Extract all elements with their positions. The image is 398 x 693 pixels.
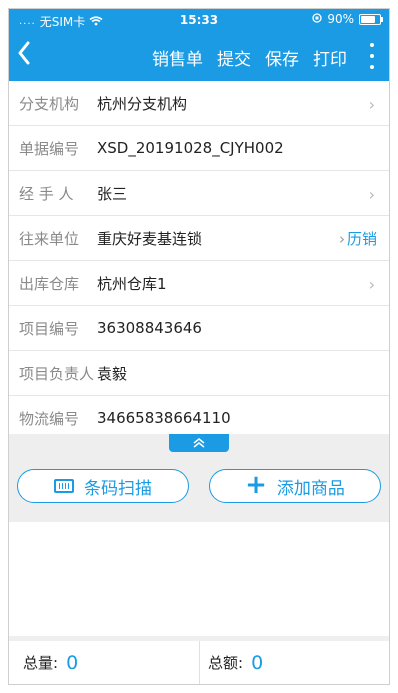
warehouse-value: 杭州仓库1 [97, 274, 167, 293]
total-quantity: 总量: 0 [9, 641, 199, 684]
total-amount: 总额: 0 [199, 641, 389, 684]
row-branch[interactable]: 分支机构 杭州分支机构 › [9, 81, 389, 126]
history-sales-link[interactable]: › 历销 [339, 228, 377, 249]
row-project-manager[interactable]: 项目负责人 袁毅 [9, 351, 389, 396]
plus-icon: + [245, 470, 267, 500]
orientation-lock-icon [312, 12, 322, 26]
handler-value: 张三 [97, 184, 128, 203]
submit-button[interactable]: 提交 [217, 45, 251, 70]
collapse-up-icon[interactable] [169, 434, 229, 452]
row-counterparty[interactable]: 往来单位 重庆好麦基连锁 › 历销 [9, 216, 389, 261]
row-warehouse[interactable]: 出库仓库 杭州仓库1 › [9, 261, 389, 306]
document-number-value: XSD_20191028_CJYH002 [97, 139, 284, 157]
nav-bar: 销售单 提交 保存 打印 [9, 31, 389, 81]
phone-frame: .... 无SIM卡 15:33 90% 销售单 提交 保存 打印 分支机构 杭… [8, 8, 390, 685]
battery-percent: 90% [327, 12, 354, 26]
project-manager-value[interactable]: 袁毅 [97, 363, 127, 384]
nav-actions: 销售单 提交 保存 打印 [152, 45, 347, 70]
row-document-number: 单据编号 XSD_20191028_CJYH002 [9, 126, 389, 171]
field-label: 经 手 人 [19, 184, 74, 203]
back-icon[interactable] [17, 41, 47, 71]
totals-footer: 总量: 0 总额: 0 [9, 636, 389, 684]
field-label: 物流编号 [19, 409, 80, 428]
field-label: 分支机构 [19, 94, 80, 113]
action-band: 条码扫描 + 添加商品 [9, 434, 389, 522]
field-label: 出库仓库 [19, 274, 80, 293]
branch-value: 杭州分支机构 [97, 94, 188, 113]
save-button[interactable]: 保存 [265, 45, 299, 70]
total-quantity-value: 0 [66, 651, 79, 674]
more-options-icon[interactable] [367, 43, 377, 69]
logistics-number-value[interactable]: 34665838664110 [97, 409, 231, 427]
total-amount-label: 总额: [208, 654, 244, 672]
barcode-icon [54, 479, 74, 493]
add-product-button[interactable]: + 添加商品 [209, 469, 381, 503]
counterparty-value: 重庆好麦基连锁 [97, 229, 203, 248]
field-label: 单据编号 [19, 139, 80, 158]
project-number-value[interactable]: 36308843646 [97, 319, 202, 337]
print-button[interactable]: 打印 [313, 45, 347, 70]
chevron-right-icon: › [368, 275, 375, 294]
row-project-number[interactable]: 项目编号 36308843646 [9, 306, 389, 351]
chevron-right-icon: › [338, 230, 345, 248]
battery-icon [359, 13, 383, 25]
field-label: 项目编号 [19, 319, 80, 338]
chevron-right-icon: › [368, 185, 375, 204]
status-bar: .... 无SIM卡 15:33 90% [9, 9, 389, 31]
field-label: 往来单位 [19, 229, 80, 248]
row-handler[interactable]: 经 手 人 张三 › [9, 171, 389, 216]
total-quantity-label: 总量: [23, 654, 59, 672]
total-amount-value: 0 [251, 651, 264, 674]
barcode-scan-label: 条码扫描 [84, 478, 152, 499]
add-product-label: 添加商品 [276, 478, 345, 499]
chevron-right-icon: › [368, 95, 375, 114]
nav-title-sales-order[interactable]: 销售单 [152, 45, 203, 70]
barcode-scan-button[interactable]: 条码扫描 [17, 469, 189, 503]
field-label: 项目负责人 [19, 364, 95, 383]
history-sales-label: 历销 [346, 230, 377, 248]
order-form: 分支机构 杭州分支机构 › 单据编号 XSD_20191028_CJYH002 … [9, 81, 389, 440]
